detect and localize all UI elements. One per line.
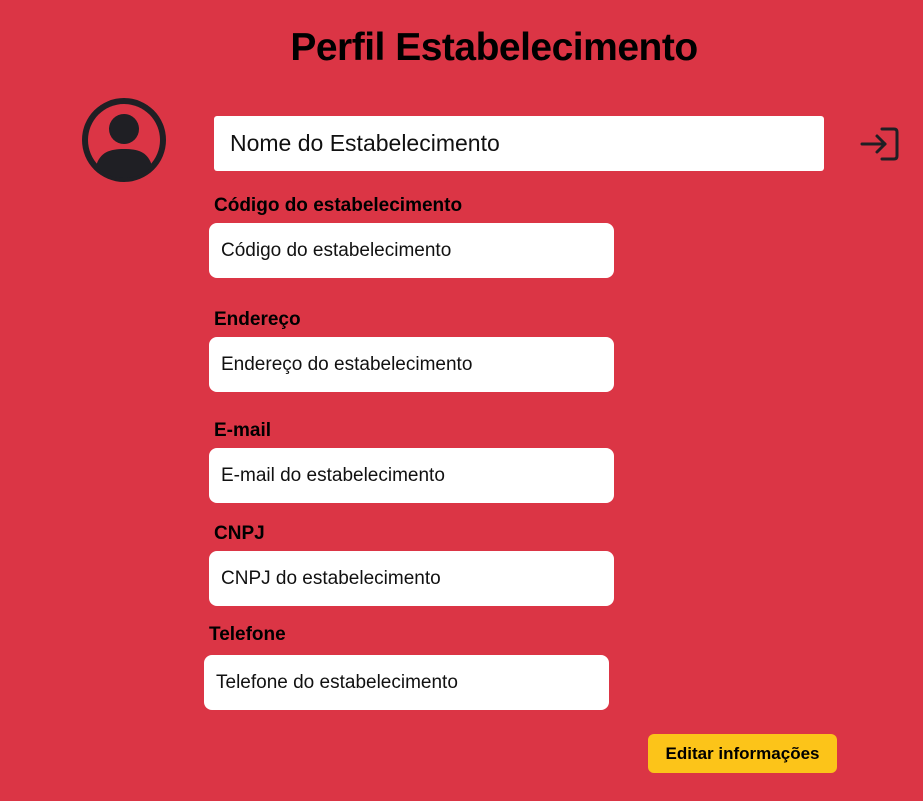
user-circle-icon[interactable] <box>74 92 174 196</box>
page-title: Perfil Estabelecimento <box>290 26 698 69</box>
telefone-input[interactable] <box>204 655 609 710</box>
cnpj-input[interactable] <box>209 551 614 606</box>
cnpj-label: CNPJ <box>214 523 265 544</box>
email-input[interactable] <box>209 448 614 503</box>
codigo-label: Código do estabelecimento <box>214 195 463 216</box>
endereco-label: Endereço <box>214 309 301 330</box>
login-enter-icon[interactable] <box>858 124 902 164</box>
telefone-label: Telefone <box>209 624 286 645</box>
endereco-input[interactable] <box>209 337 614 392</box>
establishment-name-input[interactable] <box>214 116 824 171</box>
edit-info-button[interactable]: Editar informações <box>648 734 837 773</box>
email-label: E-mail <box>214 420 272 441</box>
codigo-input[interactable] <box>209 223 614 278</box>
